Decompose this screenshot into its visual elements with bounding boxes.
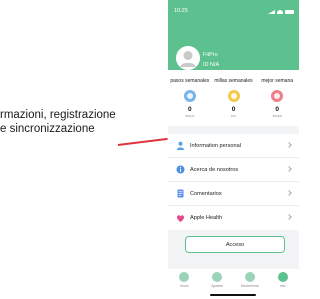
tab-home[interactable]: Inicio (168, 269, 201, 299)
profile-icon (277, 272, 288, 282)
stat-label: millas semanales (214, 78, 253, 84)
home-icon (179, 272, 190, 282)
trophy-icon (271, 90, 284, 102)
info-icon (176, 165, 185, 174)
chevron-right-icon (286, 142, 292, 148)
signal-icon (268, 10, 275, 14)
person-icon (176, 141, 185, 150)
chevron-right-icon (286, 190, 292, 196)
footprints-icon (183, 90, 196, 102)
user-name: FitPro (203, 52, 218, 58)
wifi-icon (277, 10, 283, 14)
stat-weekly-steps[interactable]: pasos semanales 0 steps (168, 70, 212, 126)
stat-label: pasos semanales (170, 78, 210, 84)
tab-profile[interactable]: mio (266, 269, 299, 299)
settings-icon (212, 272, 223, 282)
distance-icon (227, 90, 240, 102)
avatar[interactable] (176, 46, 200, 70)
health-heart-icon (176, 214, 185, 223)
menu-item-personal-info[interactable]: Information personal (168, 134, 299, 158)
stat-label: mejor semana (261, 78, 294, 84)
annotation-line-1: rmazioni, registrazione (0, 109, 116, 121)
stat-value: 0 (231, 106, 236, 113)
chevron-right-icon (286, 166, 292, 172)
stat-unit: km (230, 114, 237, 118)
phone-screen: 10:25 FitPro ID N/A pasos semanales 0 st… (168, 0, 299, 299)
menu-item-about-us[interactable]: Acerca de nosotros (168, 158, 299, 182)
tab-label: Inicio (180, 284, 189, 288)
menu-label: Comentarios (190, 190, 222, 197)
stat-unit: steps (185, 114, 195, 118)
stat-weekly-miles[interactable]: millas semanales 0 km (212, 70, 256, 126)
weekly-stats: pasos semanales 0 steps millas semanales… (168, 70, 299, 126)
stat-value: 0 (188, 106, 192, 113)
annotation-line-2: e sincronizzazione (0, 123, 95, 135)
stat-unit: steps (272, 114, 282, 118)
tab-label: Movimiento (240, 284, 260, 288)
stat-value: 0 (275, 106, 279, 113)
battery-icon (285, 10, 294, 14)
avatar-placeholder-icon (176, 46, 200, 70)
menu-label: Information personal (190, 142, 241, 149)
document-icon (176, 189, 185, 198)
activity-icon (244, 272, 255, 282)
status-time: 10:25 (174, 8, 188, 14)
stat-best-week[interactable]: mejor semana 0 steps (255, 70, 299, 126)
login-button[interactable]: Acceso (185, 236, 285, 253)
chevron-right-icon (286, 214, 292, 220)
menu-item-feedback[interactable]: Comentarios (168, 182, 299, 206)
menu-label: Apple Health (190, 215, 223, 221)
tab-label: mio (279, 284, 286, 288)
settings-menu: Information personal Acerca de nosotros … (168, 134, 299, 230)
tab-label: Ajustes (211, 284, 224, 288)
status-bar: 10:25 (174, 8, 294, 16)
annotation-arrow (117, 137, 168, 146)
user-id: ID N/A (203, 62, 220, 68)
menu-item-apple-health[interactable]: Apple Health (168, 206, 299, 230)
home-indicator (210, 294, 256, 296)
menu-label: Acerca de nosotros (190, 166, 239, 173)
annotation-text: rmazioni, registrazione e sincronizzazio… (0, 108, 168, 136)
